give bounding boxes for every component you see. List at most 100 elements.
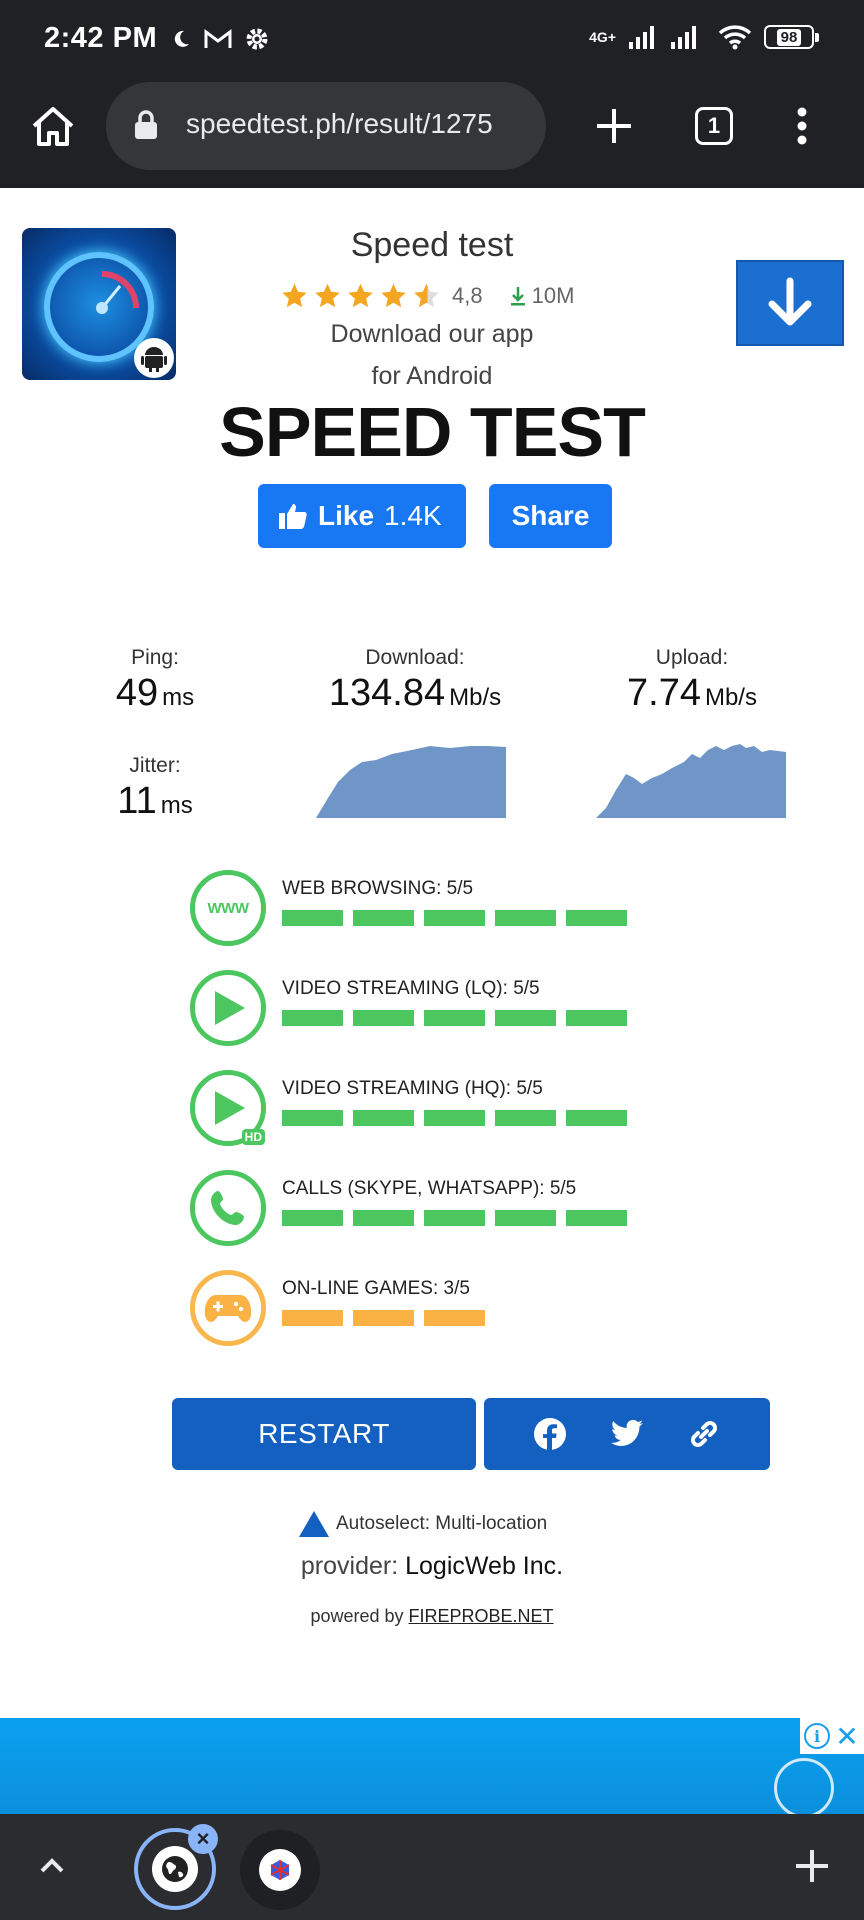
provider-prefix: provider: (300, 1552, 399, 1580)
rating-bars (282, 1010, 627, 1026)
bottom-tab-strip: × (0, 1814, 864, 1920)
upload-label: Upload: (655, 646, 729, 669)
tab-thumbnail-active[interactable]: × (134, 1824, 218, 1910)
rating-bar-filled (495, 1110, 556, 1126)
server-selector[interactable]: Autoselect: Multi-location (298, 1510, 547, 1538)
ad-banner[interactable]: i ✕ (0, 1718, 864, 1818)
rating-bar-filled (353, 1110, 414, 1126)
provider-name: LogicWeb Inc. (405, 1552, 564, 1580)
ad-info-icon[interactable]: i (804, 1723, 830, 1749)
facebook-share-button[interactable]: Share (489, 484, 612, 548)
download-unit: Mb/s (449, 684, 502, 711)
play-icon (190, 970, 266, 1046)
wifi-icon (718, 25, 752, 50)
ping-unit: ms (162, 684, 195, 711)
url-text[interactable]: speedtest.ph/result/1275 (186, 108, 493, 140)
star-icon (381, 283, 406, 308)
ping-number: 49 (115, 672, 159, 714)
rating-bar-filled (424, 910, 485, 926)
rating-label: VIDEO STREAMING (HQ): 5/5 (282, 1078, 543, 1099)
hd-badge: HD (241, 1129, 265, 1145)
ping-label: Ping: (131, 646, 179, 669)
download-app-button[interactable] (736, 260, 844, 346)
download-label: Download: (365, 646, 465, 669)
rating-web-browsing: WWW WEB BROWSING: 5/5 (188, 870, 648, 950)
phone-icon (190, 1170, 266, 1246)
status-system-icons: 4G+ 98 (589, 24, 819, 50)
add-tab-icon[interactable] (790, 1844, 834, 1888)
twitter-share-icon[interactable] (607, 1414, 647, 1454)
upload-unit: Mb/s (704, 684, 757, 711)
rating-label: ON-LINE GAMES: 3/5 (282, 1278, 470, 1299)
rating-label: WEB BROWSING: 5/5 (282, 878, 474, 899)
like-count: 1.4K (384, 500, 442, 531)
download-value: 134.84 Mb/s (305, 672, 525, 715)
rating-bars (282, 910, 627, 926)
battery-icon: 98 (764, 25, 819, 49)
browser-toolbar: speedtest.ph/result/1275 1 (0, 82, 864, 188)
upload-speed-graph (596, 744, 786, 818)
status-time: 2:42 PM (44, 22, 158, 54)
rating-bar-filled (566, 910, 627, 926)
app-downloads-count: 10M (531, 283, 575, 308)
play-hd-icon: HD (190, 1070, 266, 1146)
ad-logo-icon (774, 1758, 834, 1818)
rating-bar-filled (353, 1210, 414, 1226)
like-label: Like (318, 500, 375, 531)
share-buttons (484, 1398, 770, 1470)
www-icon: WWW (190, 870, 266, 946)
chevron-up-icon[interactable] (32, 1846, 72, 1886)
ad-controls: i ✕ (800, 1718, 864, 1754)
rating-bar-filled (495, 1210, 556, 1226)
tab-thumbnail[interactable] (240, 1830, 320, 1910)
jitter-value: 11 ms (90, 780, 220, 823)
battery-level: 98 (776, 28, 802, 46)
rating-bar-filled (424, 1110, 485, 1126)
close-tab-icon[interactable]: × (188, 1824, 218, 1854)
server-label: Autoselect: Multi-location (336, 1513, 548, 1534)
tab-switcher-button[interactable]: 1 (688, 100, 740, 152)
rating-label: CALLS (SKYPE, WHATSAPP): 5/5 (282, 1178, 577, 1199)
app-icon[interactable] (22, 228, 176, 380)
rating-bar-filled (282, 1010, 343, 1026)
star-icon (315, 283, 340, 308)
triangle-icon (299, 1511, 329, 1537)
facebook-share-icon[interactable] (530, 1414, 570, 1454)
arrow-down-icon (768, 277, 812, 326)
rating-bar-filled (495, 1010, 556, 1026)
rating-video-lq: VIDEO STREAMING (LQ): 5/5 (188, 970, 648, 1050)
facebook-like-button[interactable]: Like 1.4K (258, 484, 466, 548)
rating-bar-filled (424, 1210, 485, 1226)
rating-video-hq: HD VIDEO STREAMING (HQ): 5/5 (188, 1070, 648, 1150)
gmail-icon (204, 29, 232, 48)
rating-bar-filled (353, 1010, 414, 1026)
download-speed-graph (316, 746, 506, 818)
restart-button[interactable]: RESTART (172, 1398, 476, 1470)
download-number: 134.84 (328, 672, 446, 714)
browser-menu-button[interactable] (776, 100, 828, 152)
app-rating-row: 4,8 10M (280, 282, 574, 310)
new-tab-button[interactable] (588, 100, 640, 152)
network-type: 4G+ (589, 29, 616, 45)
upload-number: 7.74 (627, 672, 701, 714)
address-bar[interactable]: speedtest.ph/result/1275 (106, 82, 546, 170)
rating-label: VIDEO STREAMING (LQ): 5/5 (282, 978, 540, 999)
rating-bar-filled (495, 910, 556, 926)
star-icon (348, 283, 373, 308)
cell-signal-icon (629, 26, 654, 49)
fireprobe-link[interactable]: FIREPROBE.NET (409, 1606, 554, 1626)
moon-notification-icon (174, 30, 189, 47)
status-bar: 2:42 PM 4G+ 98 (0, 0, 864, 82)
star-icon (282, 283, 307, 308)
plus-icon (597, 109, 631, 143)
globe-icon (152, 1846, 198, 1892)
ad-close-icon[interactable]: ✕ (834, 1721, 860, 1752)
powered-prefix: powered by (310, 1606, 404, 1626)
lock-icon (135, 110, 157, 139)
home-icon[interactable] (28, 102, 78, 152)
copy-link-icon[interactable] (684, 1414, 724, 1454)
rating-bar-filled (282, 1210, 343, 1226)
rating-bar-filled (424, 1310, 485, 1326)
app-title[interactable]: Speed test (232, 226, 632, 265)
page-title: SPEED TEST (219, 393, 646, 471)
